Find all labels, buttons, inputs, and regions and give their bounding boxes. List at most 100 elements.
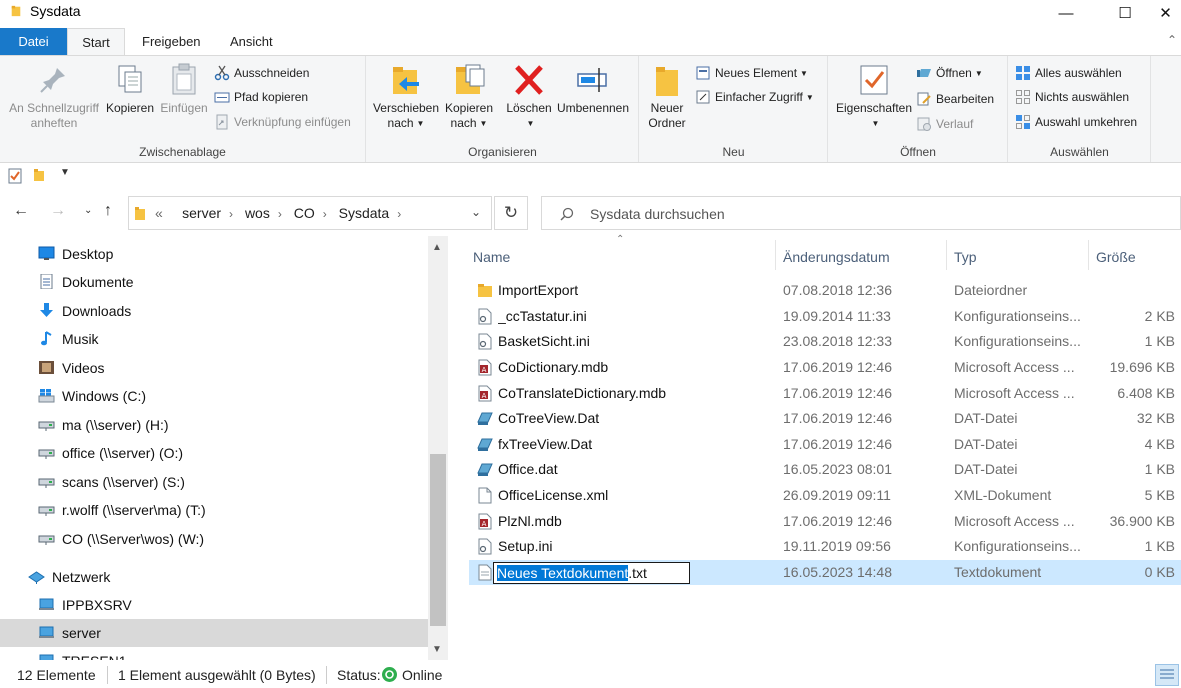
breadcrumb-server[interactable]: server [182,205,221,221]
column-header-type[interactable]: Typ [954,240,977,274]
select-none-button[interactable]: Nichts auswählen [1015,87,1129,107]
paste-shortcut-button[interactable]: Verknüpfung einfügen [214,112,351,132]
rename-selected-text: Neues Textdokument [497,565,629,581]
tab-share[interactable]: Freigeben [128,28,215,55]
file-date: 16.05.2023 14:48 [783,564,892,580]
chevron-up-icon[interactable]: ⌃ [1167,33,1177,47]
nav-item-windows-c[interactable]: Windows (C:) [0,382,428,410]
file-row-fxtreeview[interactable]: fxTreeView.Dat 17.06.2019 12:46 DAT-Date… [469,432,1181,457]
file-type: DAT-Datei [954,410,1018,426]
status-bar: 12 Elemente 1 Element ausgewählt (0 Byte… [0,662,1181,688]
search-box[interactable]: Sysdata durchsuchen [541,196,1181,230]
file-type: Textdokument [954,564,1042,580]
file-row-new-text-document[interactable]: Neues Textdokument.txt 16.05.2023 14:48 … [469,560,1181,585]
open-button[interactable]: Öffnen ▼ [916,63,983,83]
file-date: 26.09.2019 09:11 [783,487,891,503]
new-folder-icon[interactable] [33,168,45,182]
select-all-button[interactable]: Alles auswählen [1015,63,1122,83]
search-icon [560,207,574,221]
tab-start[interactable]: Start [67,28,125,56]
nav-item-network-drive-o[interactable]: office (\\server) (O:) [0,439,428,467]
breadcrumb-co[interactable]: CO [294,205,315,221]
breadcrumb-wos[interactable]: wos [245,205,270,221]
new-folder-button[interactable]: Neuer Ordner [644,62,690,131]
edit-button[interactable]: Bearbeiten [916,89,994,109]
file-row-cotranslatedictionary[interactable]: A CoTranslateDictionary.mdb 17.06.2019 1… [469,381,1181,406]
nav-item-server[interactable]: server [0,619,428,647]
scroll-down-icon[interactable]: ▼ [432,644,442,655]
file-row-plznl[interactable]: A PlzNl.mdb 17.06.2019 12:46 Microsoft A… [469,509,1181,534]
refresh-button[interactable]: ↻ [494,196,528,230]
nav-item-music[interactable]: Musik [0,325,428,353]
open-icon [916,65,932,81]
details-view-icon [1160,669,1174,679]
nav-item-tresen1[interactable]: TRESEN1 [0,647,428,660]
move-to-button[interactable]: Verschieben nach ▼ [371,62,441,131]
customize-toolbar-icon[interactable]: ▼ [60,167,70,178]
delete-button[interactable]: Löschen ▼ [503,62,555,131]
nav-item-network-drive-h[interactable]: ma (\\server) (H:) [0,411,428,439]
copy-to-button[interactable]: Kopieren nach ▼ [441,62,497,131]
breadcrumb-sysdata[interactable]: Sysdata [339,205,390,221]
file-size: 1 KB [1144,461,1175,477]
scrollbar-thumb[interactable] [430,454,446,626]
column-header-size[interactable]: Größe [1096,240,1136,274]
group-label-organize: Organisieren [468,145,537,159]
up-arrow-icon[interactable]: ↑ [104,202,112,220]
column-header-name[interactable]: Name [473,240,510,274]
address-dropdown-chevron-icon[interactable]: ⌄ [471,205,481,219]
copy-button[interactable]: Kopieren [103,62,157,116]
nav-item-videos[interactable]: Videos [0,354,428,382]
easy-access-button[interactable]: Einfacher Zugriff ▼ [695,87,814,107]
file-row-officelicense[interactable]: OfficeLicense.xml 26.09.2019 09:11 XML-D… [469,483,1181,508]
file-row-basketsicht[interactable]: BasketSicht.ini 23.08.2018 12:33 Konfigu… [469,329,1181,354]
maximize-button[interactable]: ☐ [1102,0,1148,26]
minimize-button[interactable]: — [1043,0,1089,26]
scroll-up-icon[interactable]: ▲ [432,242,442,253]
copy-path-button[interactable]: Pfad kopieren [214,87,308,107]
file-row-importexport[interactable]: ImportExport 07.08.2018 12:36 Dateiordne… [469,278,1181,303]
nav-item-network[interactable]: Netzwerk [0,563,428,591]
back-arrow-icon[interactable]: ← [13,202,29,220]
nav-item-downloads[interactable]: Downloads [0,297,428,325]
nav-item-ippbxsrv[interactable]: IPPBXSRV [0,591,428,619]
file-row-cctastatur[interactable]: _ccTastatur.ini 19.09.2014 11:33 Konfigu… [469,304,1181,329]
new-item-button[interactable]: Neues Element ▼ [695,63,808,83]
file-row-codictionary[interactable]: A CoDictionary.mdb 17.06.2019 12:46 Micr… [469,355,1181,380]
close-button[interactable]: ✕ [1150,0,1181,26]
paste-button[interactable]: Einfügen [157,62,211,116]
sort-ascending-icon: ⌃ [616,234,625,245]
file-row-cotreeview[interactable]: CoTreeView.Dat 17.06.2019 12:46 DAT-Date… [469,406,1181,431]
tab-file[interactable]: Datei [0,28,67,55]
shortcut-icon [214,114,230,130]
pin-quick-access-button[interactable]: An Schnellzugriff anheften [6,62,102,131]
address-bar[interactable]: « server › wos › CO › Sysdata › ⌄ [128,196,492,230]
history-button[interactable]: Verlauf [916,114,973,134]
breadcrumb: « server › wos › CO › Sysdata › [155,205,402,221]
nav-item-documents[interactable]: Dokumente [0,268,428,296]
navigation-scrollbar[interactable]: ▲ ▼ [428,236,448,660]
recent-locations-chevron-icon[interactable]: ⌄ [84,205,92,216]
rename-input[interactable]: Neues Textdokument.txt [493,562,690,584]
file-name: fxTreeView.Dat [498,436,593,452]
properties-button[interactable]: Eigenschaften ▼ [833,62,915,131]
cut-button[interactable]: Ausschneiden [214,63,309,83]
column-header-date[interactable]: Änderungsdatum [783,240,890,274]
file-row-office-dat[interactable]: Office.dat 16.05.2023 08:01 DAT-Datei 1 … [469,457,1181,482]
nav-item-desktop[interactable]: Desktop [0,240,428,268]
tab-view[interactable]: Ansicht [216,28,287,55]
nav-item-network-drive-t[interactable]: r.wolff (\\server\ma) (T:) [0,496,428,524]
file-row-setup[interactable]: Setup.ini 19.11.2019 09:56 Konfiguration… [469,534,1181,559]
rename-button[interactable]: Umbenennen [555,62,631,116]
properties-icon[interactable] [8,168,22,184]
forward-arrow-icon[interactable]: → [50,202,66,220]
invert-selection-button[interactable]: Auswahl umkehren [1015,112,1137,132]
details-view-button[interactable] [1155,664,1179,686]
search-placeholder: Sysdata durchsuchen [590,206,725,222]
nav-item-network-drive-w[interactable]: CO (\\Server\wos) (W:) [0,525,428,553]
breadcrumb-overflow[interactable]: « [155,205,163,221]
music-icon [41,331,52,346]
svg-text:A: A [482,366,487,374]
nav-item-network-drive-s[interactable]: scans (\\server) (S:) [0,468,428,496]
path-icon [214,89,230,105]
